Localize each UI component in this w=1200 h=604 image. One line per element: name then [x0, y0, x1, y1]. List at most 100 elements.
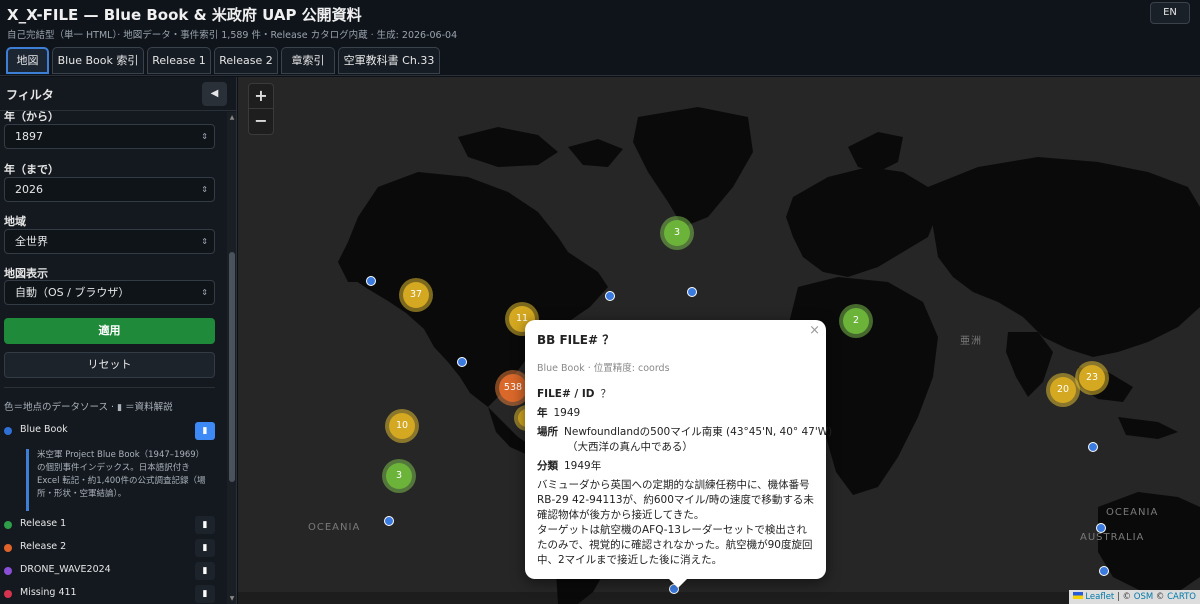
source-row-release-1[interactable]: Release 1 ▮ [4, 516, 215, 536]
map-display-select[interactable]: 自動（OS / ブラウザ） ⇕ [4, 280, 215, 305]
popup-field-year: 年 1949 [537, 405, 580, 420]
ocean-label-right: OCEANIA [1106, 507, 1159, 518]
region-select[interactable]: 全世界 ⇕ [4, 229, 215, 254]
cluster-marker[interactable]: 10 [385, 409, 419, 443]
cluster-marker[interactable]: 3 [660, 216, 694, 250]
app-header: X_X-FILE — Blue Book & 米政府 UAP 公開資料 自己完結… [0, 0, 1200, 44]
cluster-count: 10 [395, 420, 409, 431]
sidebar-header: フィルタ ◀ [0, 77, 236, 111]
stepper-icon: ⇕ [201, 185, 208, 194]
popup-tip [668, 578, 688, 588]
incident-point[interactable] [457, 357, 467, 367]
zoom-control: + − [248, 83, 274, 135]
field-label: 分類 [537, 460, 558, 472]
field-value: 1949年 [564, 460, 602, 472]
scroll-down-icon[interactable]: ▼ [228, 595, 236, 602]
legend-note-suffix: ＝資料解説 [125, 402, 173, 413]
legend-note-prefix: 色＝地点のデータソース · [4, 402, 115, 413]
leaflet-link[interactable]: Leaflet [1085, 592, 1114, 602]
flag-icon [1072, 592, 1083, 599]
scroll-thumb[interactable] [229, 252, 235, 482]
incident-popup: × BB FILE# ？ Blue Book · 位置精度: coords FI… [525, 320, 832, 579]
incident-point[interactable] [366, 276, 376, 286]
apply-button[interactable]: 適用 [4, 318, 215, 344]
page-title: X_X-FILE — Blue Book & 米政府 UAP 公開資料 [7, 6, 362, 24]
chevron-updown-icon: ⇕ [201, 288, 208, 297]
language-toggle-button[interactable]: EN [1150, 2, 1190, 24]
tab-airforce-textbook[interactable]: 空軍教科書 Ch.33 [338, 47, 440, 74]
chevron-left-icon: ◀ [210, 88, 219, 99]
filter-sidebar: 年（から） 1897 ⇕ 年（まで） 2026 ⇕ 地域 全世界 ⇕ 地図表示 自動（… [0, 77, 237, 604]
source-row-bluebook[interactable]: Blue Book ▮ [4, 422, 215, 442]
scroll-up-icon[interactable]: ▲ [228, 114, 236, 121]
incident-point[interactable] [605, 291, 615, 301]
year-from-value: 1897 [15, 130, 43, 143]
year-to-input[interactable]: 2026 ⇕ [4, 177, 215, 202]
popup-description: バミューダから英国への定期的な訓練任務中に、機体番号RB-29 42-94113… [537, 479, 814, 566]
cluster-marker[interactable]: 2 [839, 304, 873, 338]
osm-link[interactable]: OSM [1134, 592, 1153, 602]
sidebar-title: フィルタ [6, 88, 54, 102]
sidebar-scrollbar[interactable]: ▲ ▼ [227, 112, 236, 604]
source-row-missing-411[interactable]: Missing 411 ▮ [4, 585, 215, 604]
australia-label: AUSTRALIA [1080, 532, 1145, 543]
cluster-count: 538 [503, 382, 523, 393]
cluster-marker[interactable]: 3 [382, 459, 416, 493]
cluster-count: 23 [1085, 372, 1099, 383]
reset-button[interactable]: リセット [4, 352, 215, 378]
year-to-value: 2026 [15, 183, 43, 196]
cluster-count: 37 [409, 289, 423, 300]
bookmark-icon[interactable]: ▮ [195, 562, 215, 580]
tab-release-2[interactable]: Release 2 [214, 47, 278, 74]
world-map[interactable]: + − OCEANIA OCEANIA AUSTRALIA 亜洲 3 37 11… [238, 77, 1200, 604]
collapse-sidebar-button[interactable]: ◀ [202, 82, 227, 106]
close-icon[interactable]: × [809, 323, 820, 338]
popup-title: BB FILE# ？ [537, 333, 615, 347]
incident-point[interactable] [687, 287, 697, 297]
incident-point[interactable] [1088, 442, 1098, 452]
tab-chapter-index[interactable]: 章索引 [281, 47, 335, 74]
field-value: 1949 [553, 407, 581, 419]
source-color-dot [4, 544, 12, 552]
zoom-in-button[interactable]: + [249, 84, 273, 109]
popup-field-id: FILE# / ID ？ [537, 386, 611, 401]
bookmark-icon[interactable]: ▮ [195, 516, 215, 534]
popup-field-location-note: （大西洋の真ん中である） [567, 441, 693, 453]
tab-map[interactable]: 地図 [6, 47, 49, 74]
carto-link[interactable]: CARTO [1167, 592, 1196, 602]
year-from-input[interactable]: 1897 ⇕ [4, 124, 215, 149]
tab-bar: 地図 Blue Book 索引 Release 1 Release 2 章索引 … [0, 44, 1200, 76]
bookmark-icon[interactable]: ▮ [195, 422, 215, 440]
tab-bluebook-index[interactable]: Blue Book 索引 [52, 47, 144, 74]
source-row-drone-wave[interactable]: DRONE_WAVE2024 ▮ [4, 562, 215, 582]
cluster-marker[interactable]: 37 [399, 278, 433, 312]
field-label: FILE# / ID [537, 388, 595, 400]
year-to-label: 年（まで） [4, 163, 59, 176]
source-color-dot [4, 521, 12, 529]
tab-release-1[interactable]: Release 1 [147, 47, 211, 74]
stepper-icon: ⇕ [201, 132, 208, 141]
incident-point[interactable] [1099, 566, 1109, 576]
cluster-count: 20 [1056, 384, 1070, 395]
popup-field-class: 分類 1949年 [537, 458, 601, 473]
field-value: Newfoundlandの500マイル南東 (43°45'N, 40° 47'W… [564, 426, 833, 438]
bookmark-icon[interactable]: ▮ [195, 585, 215, 603]
source-color-dot [4, 567, 12, 575]
zoom-out-button[interactable]: − [249, 109, 273, 134]
source-label: Release 2 [20, 541, 67, 552]
bluebook-description: 米空軍 Project Blue Book（1947–1969）の個別事件インデ… [26, 449, 212, 511]
field-label: 場所 [537, 426, 558, 438]
bookmark-icon[interactable]: ▮ [195, 539, 215, 557]
cluster-count: 3 [395, 470, 403, 481]
cluster-marker[interactable]: 23 [1075, 361, 1109, 395]
page-subtitle: 自己完結型（単一 HTML）· 地図データ・事件索引 1,589 件・Relea… [7, 30, 458, 41]
source-label: DRONE_WAVE2024 [20, 564, 111, 575]
map-display-value: 自動（OS / ブラウザ） [15, 286, 130, 299]
source-label: Blue Book [20, 424, 68, 435]
incident-point[interactable] [1096, 523, 1106, 533]
source-row-release-2[interactable]: Release 2 ▮ [4, 539, 215, 559]
incident-point[interactable] [384, 516, 394, 526]
popup-field-location: 場所 Newfoundlandの500マイル南東 (43°45'N, 40° 47… [537, 424, 832, 439]
popup-meta: Blue Book · 位置精度: coords [537, 363, 670, 374]
legend-note: 色＝地点のデータソース · ▮ ＝資料解説 [4, 399, 173, 413]
